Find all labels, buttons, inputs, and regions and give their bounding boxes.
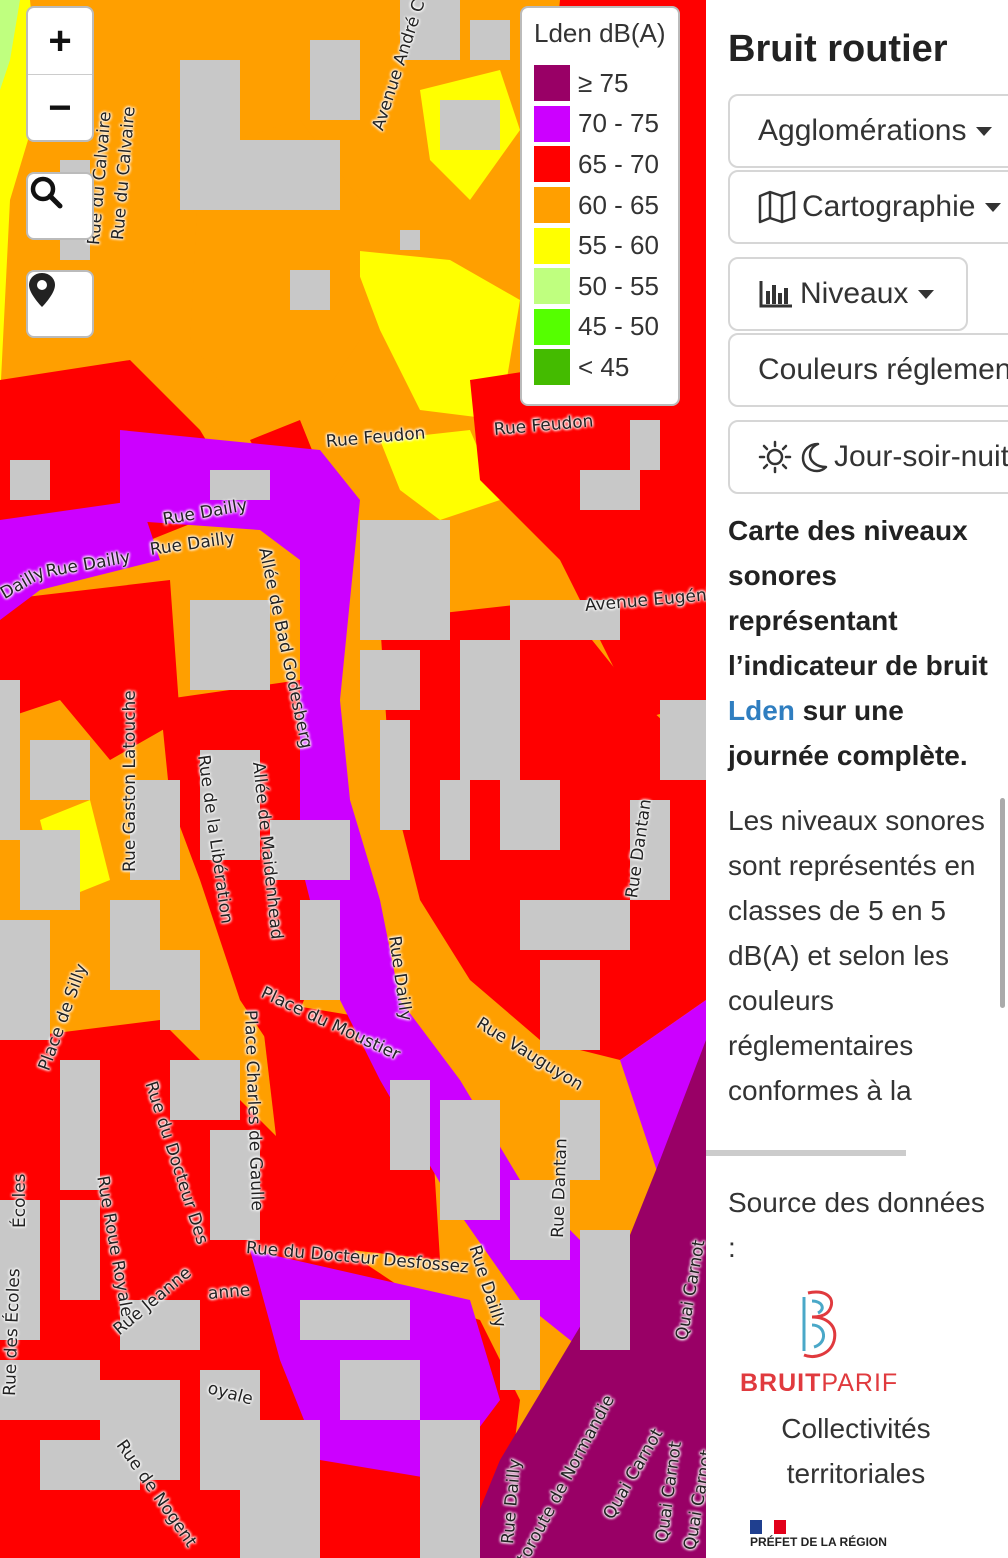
legend-swatch — [534, 349, 570, 386]
legend-swatch — [534, 105, 570, 142]
legend-item: 65 - 70 — [534, 144, 666, 185]
agglomerations-dropdown[interactable]: Agglomérations — [728, 94, 1008, 168]
zone-65-70 — [0, 580, 180, 760]
moon-icon — [801, 442, 828, 473]
sun-icon — [758, 440, 792, 474]
legend-title: Lden dB(A) — [534, 18, 666, 48]
bar-chart-icon — [759, 281, 792, 308]
caret-down-icon — [918, 289, 935, 299]
legend-item: 60 - 65 — [534, 185, 666, 226]
lden-link[interactable]: Lden — [728, 695, 795, 726]
legend-item: 70 - 75 — [534, 104, 666, 145]
map-description: Carte des niveaux sonores représentant l… — [728, 508, 998, 778]
agglomerations-label: Agglomérations — [758, 114, 967, 147]
zoom-out-button[interactable]: − — [28, 75, 92, 140]
description-scroll-area[interactable]: Les niveaux sonores sont représentés en … — [706, 798, 1008, 1152]
legend-swatch — [534, 227, 570, 264]
prefet-text: PRÉFET DE LA RÉGION — [750, 1535, 887, 1549]
collectivites-label: Collectivités territoriales — [781, 1413, 931, 1489]
legend-label: 55 - 60 — [578, 230, 659, 261]
description-text: Carte des niveaux sonores représentant l… — [728, 515, 988, 681]
map-legend: Lden dB(A) ≥ 75 70 - 75 65 - 70 60 - 65 55 -… — [520, 6, 680, 406]
legend-swatch — [534, 146, 570, 183]
niveaux-label: Niveaux — [800, 277, 909, 310]
zoom-control: + − — [26, 6, 94, 142]
legend-label: < 45 — [578, 351, 630, 382]
street-label: anne — [207, 1280, 252, 1304]
map-marker-icon — [29, 273, 55, 307]
periode-dropdown[interactable]: Jour-soir-nuit — [728, 420, 1008, 494]
locate-button[interactable] — [26, 270, 94, 338]
noise-map[interactable]: Rue du Calvaire Rue du Calvaire Avenue A… — [0, 0, 706, 1558]
french-flag-icon — [750, 1520, 786, 1534]
zoom-in-button[interactable]: + — [28, 8, 92, 75]
legend-label: 50 - 55 — [578, 270, 659, 301]
legend-item: ≥ 75 — [534, 63, 666, 104]
cartographie-label: Cartographie — [802, 190, 976, 223]
legend-swatch — [534, 187, 570, 224]
legend-label: 45 - 50 — [578, 311, 659, 342]
legend-label: 65 - 70 — [578, 148, 659, 179]
legend-label: ≥ 75 — [578, 67, 629, 98]
caret-down-icon — [976, 126, 993, 136]
levels-description: Les niveaux sonores sont représentés en … — [728, 805, 985, 1106]
search-icon — [30, 176, 63, 209]
legend-item: 45 - 50 — [534, 307, 666, 348]
search-button[interactable] — [26, 172, 94, 240]
legend-swatch — [534, 65, 570, 102]
legend-swatch — [534, 268, 570, 305]
panel-title: Bruit routier — [728, 28, 948, 70]
map-icon — [758, 190, 796, 224]
legend-item: 50 - 55 — [534, 266, 666, 307]
legend-label: 70 - 75 — [578, 108, 659, 139]
legend-swatch — [534, 308, 570, 345]
bruitparif-part1: BRUIT — [740, 1369, 822, 1397]
legend-item: < 45 — [534, 347, 666, 388]
bruitparif-wordmark: BRUITPARIF — [740, 1369, 898, 1398]
street-label: Écoles — [10, 1173, 30, 1228]
couleurs-label: Couleurs réglementaires — [758, 353, 1008, 386]
niveaux-dropdown[interactable]: Niveaux — [728, 257, 968, 331]
scroll-divider — [706, 1150, 906, 1156]
bruitparif-logo: BRUITPARIF — [738, 1285, 897, 1397]
couleurs-dropdown[interactable]: Couleurs réglementaires — [728, 333, 1008, 407]
legend-label: 60 - 65 — [578, 189, 659, 220]
legend-item: 55 - 60 — [534, 225, 666, 266]
source-label: Source des données : — [728, 1187, 985, 1263]
cartographie-dropdown[interactable]: Cartographie — [728, 170, 1008, 244]
side-panel: Bruit routier Agglomérations Cartographi… — [706, 0, 1008, 1558]
scrollbar[interactable] — [1000, 798, 1005, 1008]
prefet-logo: PRÉFET DE LA RÉGION — [750, 1520, 887, 1558]
periode-label: Jour-soir-nuit — [834, 440, 1008, 473]
street-label: Rue Gaston Latouche — [120, 690, 140, 872]
street-label: Rue Dantan — [548, 1137, 572, 1239]
bruitparif-emblem-icon — [802, 1290, 837, 1358]
bruitparif-part2: PARIF — [821, 1369, 899, 1397]
caret-down-icon — [985, 202, 1002, 212]
